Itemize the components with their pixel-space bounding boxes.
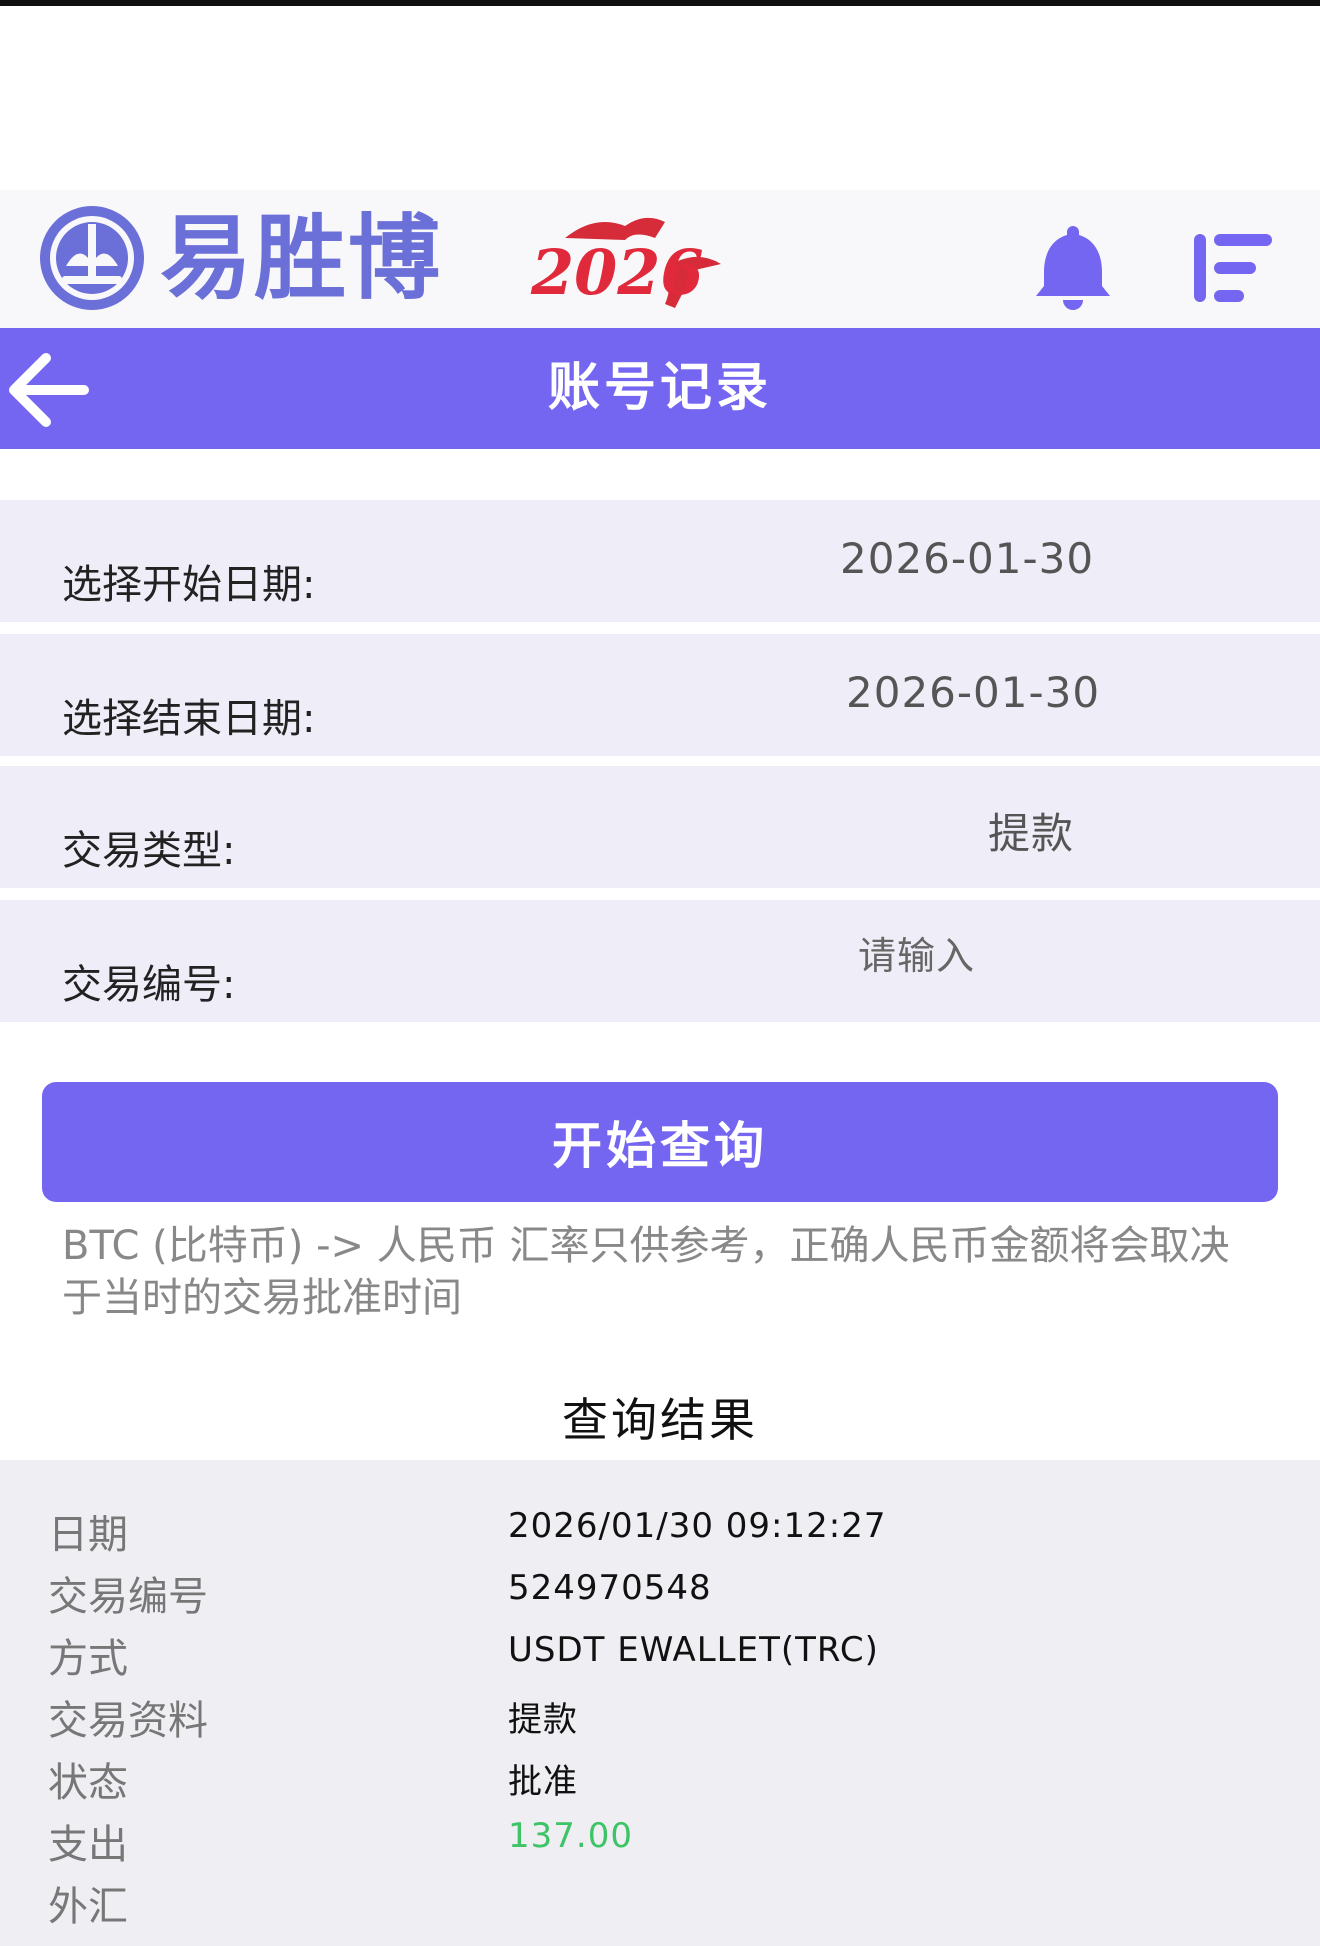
results-title: 查询结果 xyxy=(562,1393,758,1447)
page-title-bar: 账号记录 xyxy=(0,328,1320,449)
result-label: 外汇 xyxy=(48,1884,128,1930)
end-date-value: 2026-01-30 xyxy=(846,668,1101,717)
result-row-txn-id: 交易编号 524970548 xyxy=(0,1564,1320,1626)
result-row-date: 日期 2026/01/30 09:12:27 xyxy=(0,1502,1320,1564)
svg-text:2026: 2026 xyxy=(530,236,704,309)
results-panel: 日期 2026/01/30 09:12:27 交易编号 524970548 方式… xyxy=(0,1460,1320,1946)
result-value: 524970548 xyxy=(508,1568,712,1608)
start-date-label: 选择开始日期: xyxy=(62,562,316,608)
result-label: 方式 xyxy=(48,1636,128,1682)
status-bar xyxy=(0,0,1320,6)
result-value: 2026/01/30 09:12:27 xyxy=(508,1506,887,1546)
result-value: 提款 xyxy=(508,1700,578,1740)
result-row-amount: 支出 137.00 xyxy=(0,1812,1320,1874)
transaction-type-value: 提款 xyxy=(988,809,1075,858)
start-date-value: 2026-01-30 xyxy=(840,534,1095,583)
year-horse-badge: 2026 xyxy=(530,217,721,309)
result-row-method: 方式 USDT EWALLET(TRC) xyxy=(0,1626,1320,1688)
transaction-id-label: 交易编号: xyxy=(62,962,236,1008)
brand-header: 易胜博 2026 xyxy=(0,190,1320,328)
start-query-button[interactable]: 开始查询 xyxy=(42,1082,1278,1202)
result-label: 交易编号 xyxy=(48,1574,208,1620)
back-arrow-icon[interactable] xyxy=(6,350,90,430)
result-value: USDT EWALLET(TRC) xyxy=(508,1630,879,1670)
status-value: 批准 xyxy=(508,1762,578,1802)
transaction-type-select[interactable]: 交易类型: 提款 xyxy=(0,766,1320,888)
start-date-picker[interactable]: 选择开始日期: 2026-01-30 xyxy=(0,500,1320,622)
page-title: 账号记录 xyxy=(547,358,772,418)
result-row-status: 状态 批准 xyxy=(0,1750,1320,1812)
transaction-id-row: 交易编号: xyxy=(0,900,1320,1022)
result-label: 支出 xyxy=(48,1822,128,1868)
menu-icon[interactable] xyxy=(1190,232,1276,304)
amount-value: 137.00 xyxy=(508,1816,633,1856)
end-date-picker[interactable]: 选择结束日期: 2026-01-30 xyxy=(0,634,1320,756)
result-label: 日期 xyxy=(48,1512,128,1558)
result-row-info: 交易资料 提款 xyxy=(0,1688,1320,1750)
result-row-forex: 外汇 xyxy=(0,1874,1320,1936)
result-label: 交易资料 xyxy=(48,1698,208,1744)
end-date-label: 选择结束日期: xyxy=(62,696,316,742)
brand-name: 易胜博 xyxy=(160,205,443,312)
emblem-logo-icon xyxy=(40,206,144,310)
transaction-type-label: 交易类型: xyxy=(62,828,236,874)
transaction-id-input[interactable] xyxy=(858,934,1158,978)
result-label: 状态 xyxy=(48,1760,128,1806)
exchange-rate-note: BTC (比特币) -> 人民币 汇率只供参考，正确人民币金额将会取决于当时的交… xyxy=(62,1223,1230,1321)
bell-icon[interactable] xyxy=(1030,220,1116,310)
